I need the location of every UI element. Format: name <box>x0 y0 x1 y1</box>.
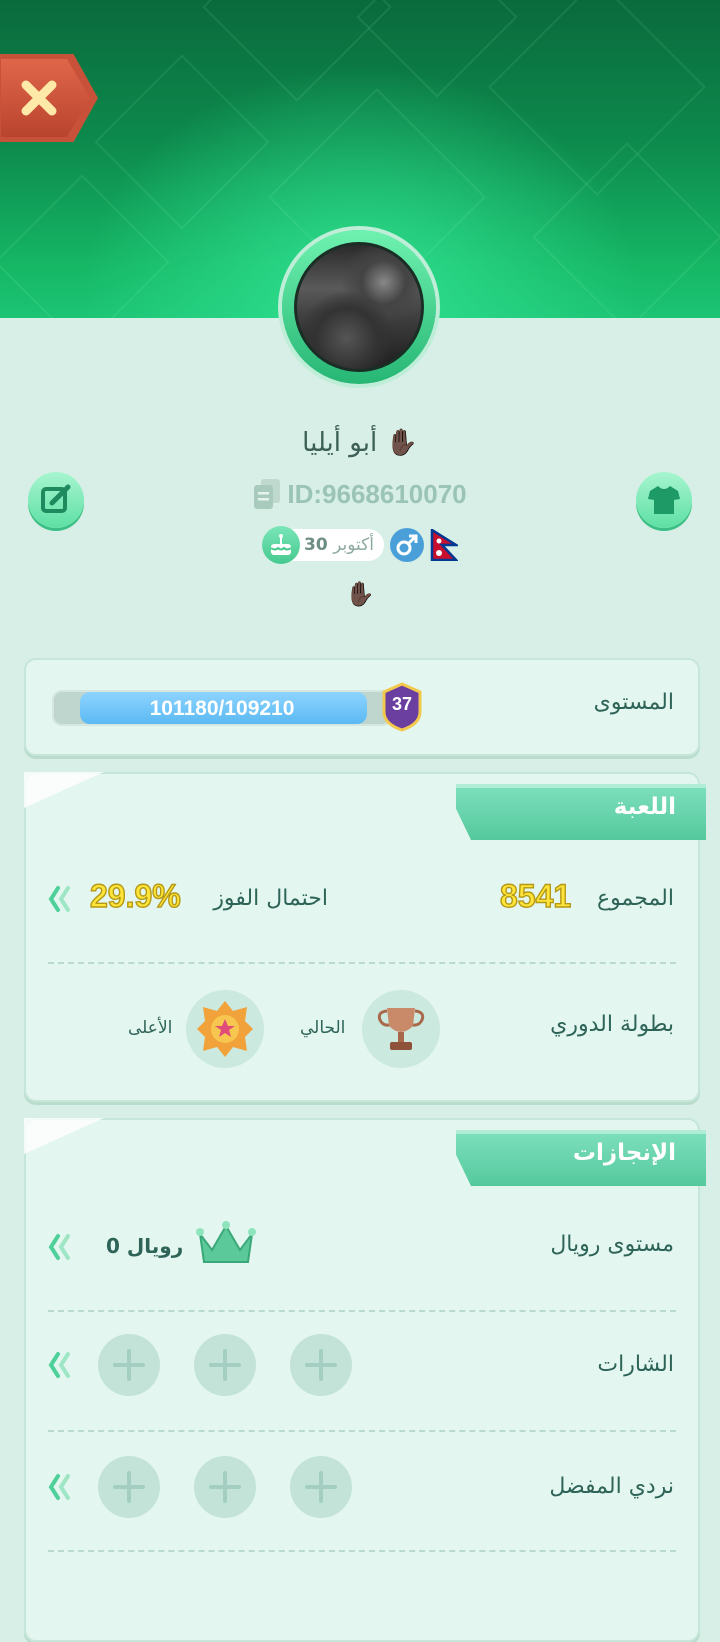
plus-icon <box>209 1471 241 1503</box>
header-pattern <box>532 142 720 318</box>
star-emblem-icon <box>197 1001 253 1057</box>
win-rate-label: احتمال الفوز <box>213 886 328 911</box>
royal-level-label: مستوى رويال <box>550 1232 674 1257</box>
trophy-icon <box>377 1008 425 1050</box>
male-icon <box>389 528 424 562</box>
double-chevron-left-icon[interactable] <box>48 1350 74 1380</box>
badges-label: الشارات <box>597 1352 674 1377</box>
plus-icon <box>113 1349 145 1381</box>
plus-icon <box>113 1471 145 1503</box>
level-card: المستوى 101180/109210 37 <box>24 658 700 756</box>
row-divider <box>48 1550 676 1552</box>
add-dice-slot[interactable] <box>98 1456 160 1518</box>
birthday-text: 30 أكتوبر <box>304 535 374 555</box>
user-id-row[interactable]: ID:9668610070 <box>0 478 720 510</box>
waving-hand-icon: ✋🏿 <box>385 428 418 458</box>
crown-icon <box>196 1221 256 1263</box>
add-dice-slot[interactable] <box>290 1456 352 1518</box>
user-id-text: ID:9668610070 <box>287 478 467 509</box>
birthday-badge: 30 أكتوبر <box>262 526 384 564</box>
royal-level-value: رويال 0 <box>106 1234 183 1258</box>
birthday-day: 30 <box>304 535 328 555</box>
highest-league-label: الأعلى <box>128 1018 173 1038</box>
add-badge-slot[interactable] <box>98 1334 160 1396</box>
plus-icon <box>305 1349 337 1381</box>
level-badge: 37 <box>382 682 422 732</box>
card-corner-fold <box>24 772 104 808</box>
highest-league-badge[interactable] <box>186 990 264 1068</box>
row-divider <box>48 1430 676 1432</box>
royal-word: رويال <box>126 1234 184 1258</box>
birthday-month: أكتوبر <box>333 535 374 555</box>
achievements-section-title: الإنجازات <box>572 1140 676 1166</box>
user-name: أبو أيليا ✋🏿 <box>0 428 720 458</box>
achievements-card: الإنجازات مستوى رويال رويال 0 الشارات نر… <box>24 1118 706 1642</box>
total-games-label: المجموع <box>597 886 674 911</box>
level-progress-text: 101180/109210 <box>149 697 295 720</box>
row-divider <box>48 962 676 964</box>
plus-icon <box>209 1349 241 1381</box>
league-label: بطولة الدوري <box>550 1012 674 1037</box>
header-pattern <box>488 0 706 196</box>
nepal-flag-icon <box>430 529 458 561</box>
avatar-frame[interactable] <box>282 230 436 384</box>
level-progress-bar: 101180/109210 <box>52 690 392 726</box>
row-divider <box>48 1310 676 1312</box>
add-dice-slot[interactable] <box>194 1456 256 1518</box>
user-name-text: أبو أيليا <box>302 428 378 458</box>
double-chevron-left-icon[interactable] <box>48 1232 74 1262</box>
game-stats-card: اللعبة المجموع 8541 احتمال الفوز 29.9% ب… <box>24 772 706 1102</box>
cake-icon <box>262 526 301 564</box>
add-badge-slot[interactable] <box>290 1334 352 1396</box>
favorite-dice-label: نردي المفضل <box>549 1474 674 1499</box>
double-chevron-left-icon[interactable] <box>48 884 74 914</box>
header-pattern <box>94 54 270 230</box>
avatar <box>294 242 424 372</box>
profile-info-row: 30 أكتوبر <box>0 526 720 564</box>
current-league-trophy[interactable] <box>362 990 440 1068</box>
win-rate-value: 29.9% <box>89 877 181 914</box>
header-pattern <box>0 174 170 318</box>
level-number: 37 <box>391 694 413 714</box>
level-label: المستوى <box>593 690 674 715</box>
card-corner-fold <box>24 1118 104 1154</box>
add-badge-slot[interactable] <box>194 1334 256 1396</box>
double-chevron-left-icon[interactable] <box>48 1472 74 1502</box>
royal-value: 0 <box>106 1234 120 1258</box>
game-section-title: اللعبة <box>613 794 676 820</box>
plus-icon <box>305 1471 337 1503</box>
current-league-label: الحالي <box>300 1018 346 1038</box>
close-icon <box>21 80 57 116</box>
status-text: ✋🏿 <box>345 580 375 608</box>
copy-icon[interactable] <box>253 478 281 510</box>
total-games-value: 8541 <box>499 877 572 914</box>
